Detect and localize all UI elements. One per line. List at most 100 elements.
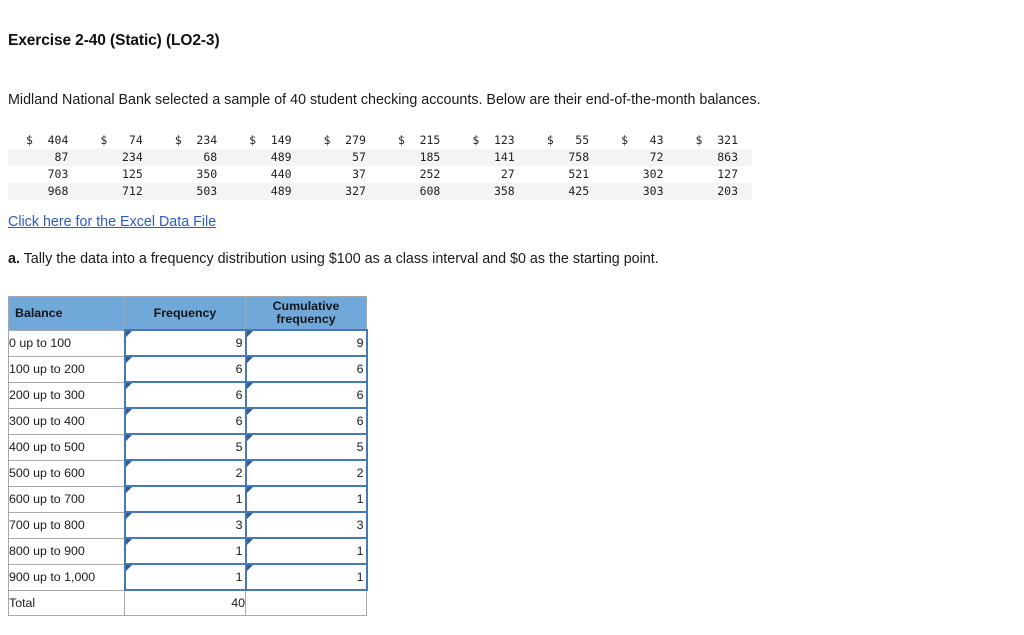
balance-cell: 203 xyxy=(677,183,752,200)
balance-cell: 127 xyxy=(717,167,738,181)
balance-cell: 425 xyxy=(528,183,604,200)
currency-symbol: $ xyxy=(100,133,108,147)
balances-row: 87 234 68 489 57 185 141 758 72 863 xyxy=(8,149,752,166)
balance-cell: 968 xyxy=(8,183,83,200)
cumulative-frequency-input-cell-value: 6 xyxy=(356,362,364,376)
balance-cell: $74 xyxy=(82,132,156,149)
frequency-input-cell[interactable]: 1 xyxy=(123,485,247,513)
currency-symbol: $ xyxy=(323,133,331,147)
frequency-table-head: Balance Frequency Cumulative frequency xyxy=(8,296,367,331)
table-row: 300 up to 400 6 6 xyxy=(8,407,368,435)
balance-cell: 125 xyxy=(122,167,143,181)
page-title: Exercise 2-40 (Static) (LO2-3) xyxy=(8,32,220,49)
frequency-input-cell[interactable]: 6 xyxy=(123,355,247,383)
column-header-cumulative-line2: frequency xyxy=(276,312,336,326)
cumulative-frequency-input-cell[interactable]: 1 xyxy=(244,537,368,565)
table-row: 200 up to 300 6 6 xyxy=(8,381,368,409)
balance-cell: $149 xyxy=(231,132,305,149)
column-header-cumulative-line1: Cumulative xyxy=(272,299,340,313)
frequency-input-cell-value: 3 xyxy=(235,518,243,532)
balance-cell: 489 xyxy=(231,149,306,166)
cumulative-frequency-input-cell[interactable]: 1 xyxy=(244,563,368,591)
cumulative-frequency-input-cell[interactable]: 6 xyxy=(244,381,368,409)
frequency-input-cell-value: 1 xyxy=(235,570,243,584)
column-header-frequency: Frequency xyxy=(124,296,246,331)
balance-cell: 703 xyxy=(47,167,69,181)
frequency-input-cell-value: 1 xyxy=(235,492,243,506)
balances-row: 968 712 503 489 327 608 358 425 303 203 xyxy=(8,183,752,200)
cumulative-frequency-input-cell-value: 5 xyxy=(356,440,364,454)
frequency-input-cell[interactable]: 2 xyxy=(123,459,247,487)
column-header-balance: Balance xyxy=(8,296,125,331)
cumulative-frequency-input-cell[interactable]: 2 xyxy=(244,459,368,487)
frequency-input-cell[interactable]: 3 xyxy=(123,511,247,539)
balance-cell: 141 xyxy=(454,149,529,166)
cumulative-frequency-input-cell[interactable]: 1 xyxy=(244,485,368,513)
frequency-input-cell[interactable]: 6 xyxy=(123,381,247,409)
total-label: Total xyxy=(8,589,125,616)
balance-cell: 503 xyxy=(156,183,232,200)
cumulative-frequency-input-cell-value: 1 xyxy=(356,544,364,558)
balance-cell: 302 xyxy=(642,167,664,181)
cumulative-frequency-input-cell[interactable]: 5 xyxy=(244,433,368,461)
class-interval-label: 600 up to 700 xyxy=(8,485,125,513)
class-interval-label: 100 up to 200 xyxy=(8,355,125,383)
currency-symbol: $ xyxy=(546,133,554,147)
question-a: a. Tally the data into a frequency distr… xyxy=(8,251,659,267)
cumulative-frequency-input-cell-value: 1 xyxy=(356,570,364,584)
balances-data-grid: $404 $74 $234 $149 $279 $215 $123 $55 $43 $321 87 2… xyxy=(8,132,752,200)
cumulative-frequency-input-cell-value: 1 xyxy=(356,492,364,506)
frequency-table-body: 0 up to 100 9 9 100 up to 200 6 6 200 up to 30… xyxy=(8,329,368,616)
frequency-table-header-row: Balance Frequency Cumulative frequency xyxy=(8,296,367,331)
cumulative-frequency-input-cell[interactable]: 9 xyxy=(244,329,368,357)
balance-cell: 37 xyxy=(352,167,366,181)
table-row: 500 up to 600 2 2 xyxy=(8,459,368,487)
cumulative-frequency-input-cell[interactable]: 3 xyxy=(244,511,368,539)
cumulative-frequency-input-cell-value: 6 xyxy=(356,414,364,428)
currency-symbol: $ xyxy=(174,133,182,147)
question-a-text: Tally the data into a frequency distribu… xyxy=(23,251,659,267)
table-row: 400 up to 500 5 5 xyxy=(8,433,368,461)
frequency-input-cell-value: 6 xyxy=(235,362,243,376)
total-row: Total 40 xyxy=(8,589,367,616)
balance-cell: $43 xyxy=(603,132,677,149)
table-row: 900 up to 1,000 1 1 xyxy=(8,563,368,591)
currency-symbol: $ xyxy=(26,133,33,147)
frequency-input-cell-value: 2 xyxy=(235,466,243,480)
frequency-distribution-table: Balance Frequency Cumulative frequency 0… xyxy=(8,296,368,616)
balances-row: $404 $74 $234 $149 $279 $215 $123 $55 $43 $321 xyxy=(8,132,752,149)
frequency-input-cell-value: 5 xyxy=(235,440,243,454)
cumulative-frequency-input-cell[interactable]: 6 xyxy=(244,355,368,383)
table-row: 600 up to 700 1 1 xyxy=(8,485,368,513)
intro-paragraph: Midland National Bank selected a sample … xyxy=(8,92,761,108)
balance-cell: 440 xyxy=(270,167,292,181)
excel-data-file-link[interactable]: Click here for the Excel Data File xyxy=(8,214,216,230)
frequency-distribution-table-wrapper: Balance Frequency Cumulative frequency 0… xyxy=(8,296,368,616)
balance-cell: $404 xyxy=(8,132,82,149)
frequency-input-cell[interactable]: 9 xyxy=(123,329,247,357)
column-header-cumulative-frequency: Cumulative frequency xyxy=(245,296,367,331)
balance-cell: 712 xyxy=(82,183,157,200)
frequency-input-cell-value: 6 xyxy=(235,414,243,428)
frequency-input-cell[interactable]: 1 xyxy=(123,537,247,565)
cumulative-frequency-input-cell-value: 3 xyxy=(356,518,364,532)
frequency-input-cell[interactable]: 6 xyxy=(123,407,247,435)
balance-cell: 758 xyxy=(528,149,604,166)
class-interval-label: 700 up to 800 xyxy=(8,511,125,539)
class-interval-label: 200 up to 300 xyxy=(8,381,125,409)
question-a-letter: a. xyxy=(8,251,20,267)
cumulative-frequency-input-cell[interactable]: 6 xyxy=(244,407,368,435)
balance-cell: $279 xyxy=(306,132,380,149)
currency-symbol: $ xyxy=(472,133,480,147)
class-interval-label: 400 up to 500 xyxy=(8,433,125,461)
frequency-input-cell[interactable]: 5 xyxy=(123,433,247,461)
table-row: 700 up to 800 3 3 xyxy=(8,511,368,539)
frequency-input-cell-value: 6 xyxy=(235,388,243,402)
cumulative-frequency-input-cell-value: 9 xyxy=(356,336,364,350)
frequency-input-cell[interactable]: 1 xyxy=(123,563,247,591)
balance-cell: 327 xyxy=(305,183,380,200)
balance-cell: 87 xyxy=(8,149,83,166)
balance-cell: 358 xyxy=(454,183,529,200)
class-interval-label: 300 up to 400 xyxy=(8,407,125,435)
balance-cell: 234 xyxy=(82,149,157,166)
